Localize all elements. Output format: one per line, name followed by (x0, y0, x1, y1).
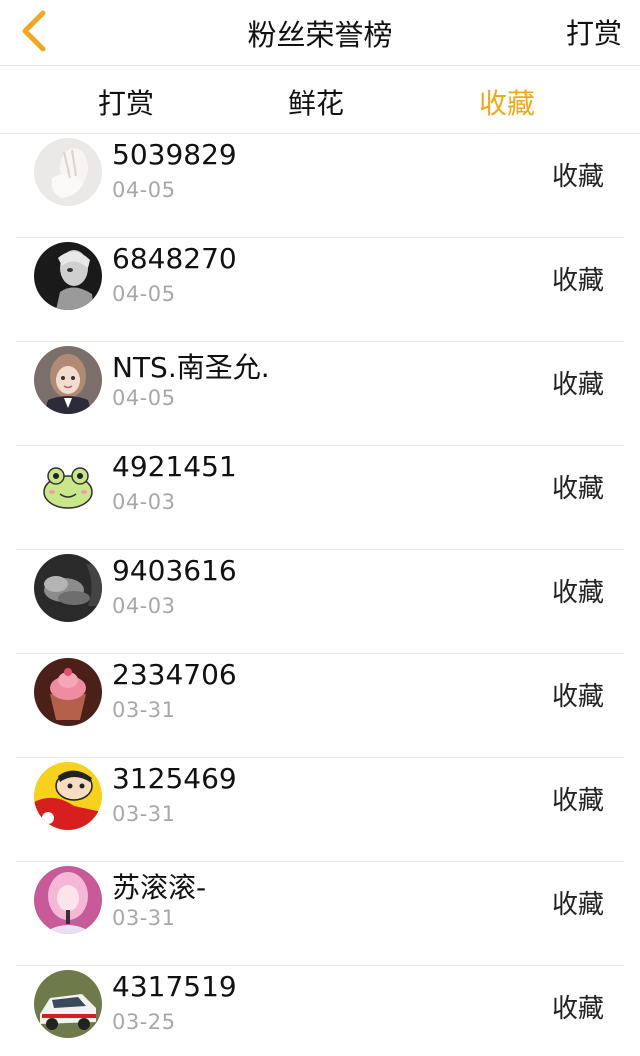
favorite-date: 04-05 (112, 178, 176, 202)
avatar (34, 658, 102, 726)
favorite-date: 04-05 (112, 386, 176, 410)
user-name: 9403616 (112, 554, 237, 587)
fan-list: 5039829 04-05 收藏 6848270 04-05 收藏 NTS.南圣… (0, 134, 640, 1056)
favorite-date: 03-31 (112, 698, 176, 722)
user-name: 4317519 (112, 970, 237, 1003)
list-item[interactable]: 6848270 04-05 收藏 (16, 238, 624, 342)
user-name: 3125469 (112, 762, 237, 795)
list-item[interactable]: 4317519 03-25 收藏 (16, 966, 624, 1056)
action-label: 收藏 (551, 162, 604, 192)
reward-button[interactable]: 打赏 (566, 12, 622, 52)
back-button[interactable] (12, 8, 56, 54)
user-name: 2334706 (112, 658, 237, 691)
favorite-date: 03-31 (112, 802, 176, 826)
action-label: 收藏 (551, 890, 604, 920)
list-item[interactable]: 4921451 04-03 收藏 (16, 446, 624, 550)
action-label: 收藏 (551, 786, 604, 816)
list-item[interactable]: 3125469 03-31 收藏 (16, 758, 624, 862)
action-label: 收藏 (551, 474, 604, 504)
screen: 粉丝荣誉榜 打赏 打赏 鲜花 收藏 5039829 04-05 收藏 68482… (0, 0, 640, 1056)
user-name: 4921451 (112, 450, 237, 483)
favorite-date: 04-05 (112, 282, 176, 306)
tab-flowers[interactable]: 鲜花 (288, 82, 344, 122)
tab-reward[interactable]: 打赏 (98, 82, 154, 122)
tab-favorites[interactable]: 收藏 (479, 82, 535, 122)
list-item[interactable]: 2334706 03-31 收藏 (16, 654, 624, 758)
avatar (34, 138, 102, 206)
action-label: 收藏 (551, 578, 604, 608)
list-item[interactable]: NTS.南圣允. 04-05 收藏 (16, 342, 624, 446)
user-name: 5039829 (112, 138, 237, 171)
avatar (34, 346, 102, 414)
avatar (34, 450, 102, 518)
avatar (34, 554, 102, 622)
favorite-date: 03-31 (112, 906, 176, 930)
user-name: NTS.南圣允. (112, 351, 270, 384)
action-label: 收藏 (551, 266, 604, 296)
avatar (34, 242, 102, 310)
list-item[interactable]: 5039829 04-05 收藏 (16, 134, 624, 238)
action-label: 收藏 (551, 682, 604, 712)
action-label: 收藏 (551, 370, 604, 400)
favorite-date: 03-25 (112, 1010, 176, 1034)
list-item[interactable]: 9403616 04-03 收藏 (16, 550, 624, 654)
user-name: 6848270 (112, 242, 237, 275)
avatar (34, 762, 102, 830)
chevron-left-icon (22, 10, 46, 52)
nav-bar: 粉丝荣誉榜 打赏 (0, 0, 640, 66)
list-item[interactable]: 苏滚滚- 03-31 收藏 (16, 862, 624, 966)
favorite-date: 04-03 (112, 490, 176, 514)
page-title: 粉丝荣誉榜 (247, 18, 393, 52)
tab-bar: 打赏 鲜花 收藏 (0, 66, 640, 134)
avatar (34, 866, 102, 934)
action-label: 收藏 (551, 994, 604, 1024)
avatar (34, 970, 102, 1038)
favorite-date: 04-03 (112, 594, 176, 618)
user-name: 苏滚滚- (112, 871, 207, 904)
